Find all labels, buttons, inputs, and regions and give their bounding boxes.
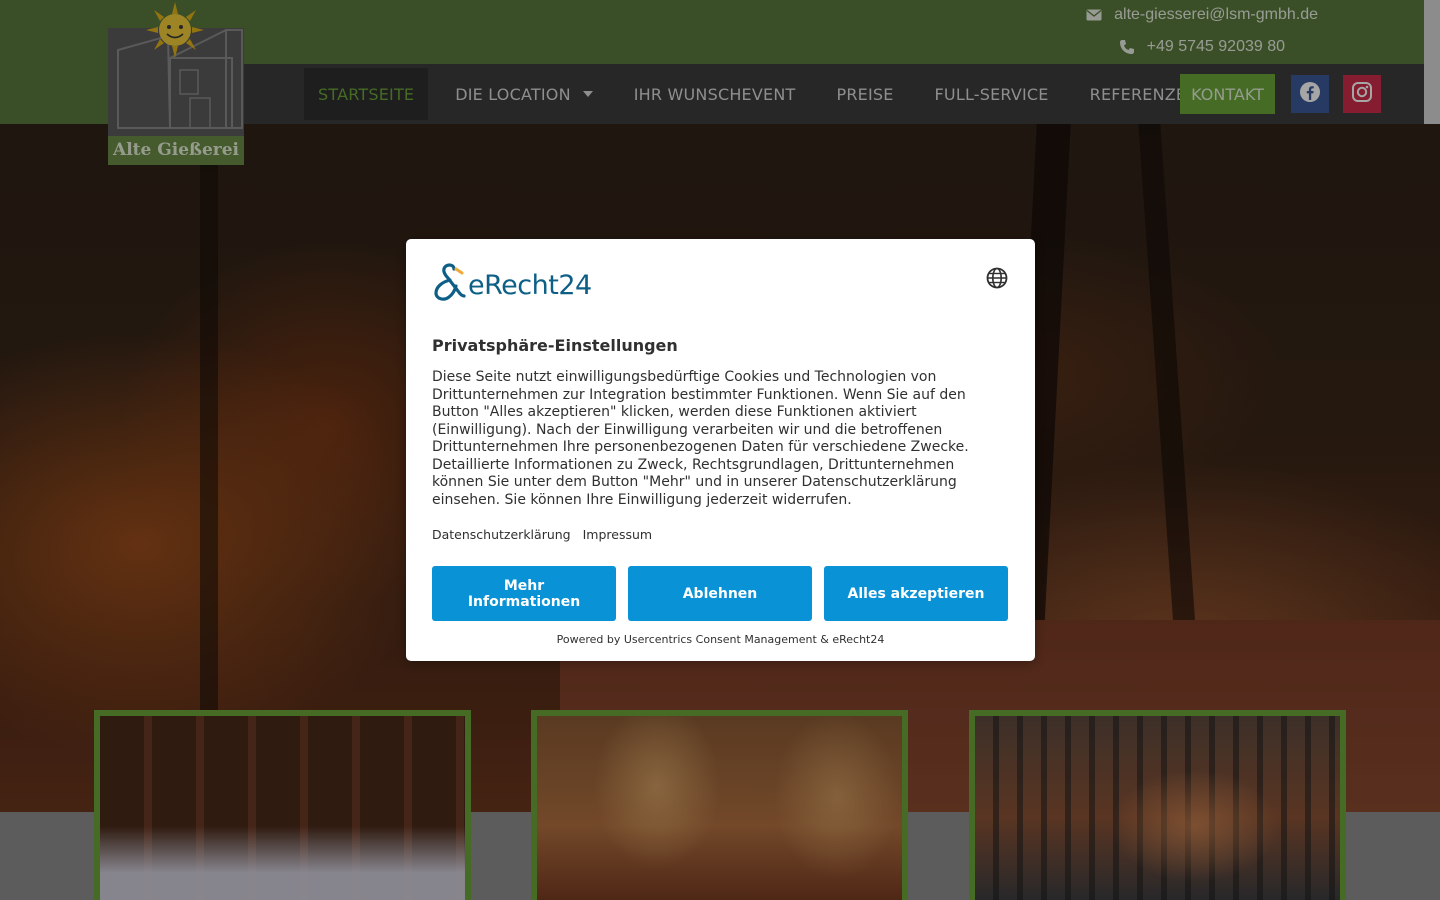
logo-sun-icon <box>146 2 204 58</box>
nav-item-label: FULL-SERVICE <box>934 84 1049 104</box>
facebook-button[interactable] <box>1291 75 1329 113</box>
nav-item-label: DIE LOCATION <box>455 84 571 104</box>
main-navigation: STARTSEITE DIE LOCATION IHR WUNSCHEVENT … <box>304 68 1225 120</box>
nav-item-label: PREISE <box>836 84 894 104</box>
globe-language-icon[interactable] <box>986 267 1008 289</box>
phone-icon <box>1119 39 1135 55</box>
scrollbar-track[interactable] <box>1424 0 1440 124</box>
venue-photo-seating <box>975 716 1340 900</box>
envelope-icon <box>1086 7 1102 23</box>
email-link[interactable]: alte-giesserei@lsm-gmbh.de <box>1114 6 1318 24</box>
erecht24-wordmark: eRecht24 <box>468 269 592 301</box>
more-information-label: Mehr Informationen <box>467 577 581 610</box>
powered-by-text: Powered by Usercentrics Consent Manageme… <box>556 633 885 646</box>
hero-tree-trunk <box>200 124 218 744</box>
nav-item-ihr-wunschevent[interactable]: IHR WUNSCHEVENT <box>620 68 810 120</box>
facebook-icon <box>1299 81 1321 108</box>
more-information-button[interactable]: Mehr Informationen <box>432 566 616 621</box>
consent-description: Diese Seite nutzt einwilligungsbedürftig… <box>432 369 969 508</box>
logo-wordmark: Alte Gießerei <box>108 136 244 165</box>
consent-dialog: eRecht24 Privatsphäre-Einstellungen Dies… <box>406 239 1035 661</box>
consent-title: Privatsphäre-Einstellungen <box>432 336 678 355</box>
venue-photo-hall <box>100 716 465 900</box>
instagram-icon <box>1351 81 1373 108</box>
kontakt-button[interactable]: KONTAKT <box>1180 74 1275 114</box>
nav-item-full-service[interactable]: FULL-SERVICE <box>921 68 1063 120</box>
nav-item-die-location[interactable]: DIE LOCATION <box>441 68 607 120</box>
erecht24-logo: eRecht24 <box>432 263 592 307</box>
nav-item-startseite[interactable]: STARTSEITE <box>304 68 429 120</box>
phone-link[interactable]: +49 5745 92039 80 <box>1147 38 1285 56</box>
nav-item-label: IHR WUNSCHEVENT <box>633 84 796 104</box>
consent-links: Datenschutzerklärung Impressum <box>432 527 652 542</box>
venue-card[interactable] <box>94 710 471 900</box>
email-contact[interactable]: alte-giesserei@lsm-gmbh.de <box>1086 6 1318 24</box>
site-logo[interactable]: Alte Gießerei <box>108 0 244 165</box>
privacy-policy-link[interactable]: Datenschutzerklärung <box>432 527 571 542</box>
venue-card[interactable] <box>969 710 1346 900</box>
venue-card[interactable] <box>531 710 908 900</box>
phone-contact[interactable]: +49 5745 92039 80 <box>1119 38 1285 56</box>
instagram-button[interactable] <box>1343 75 1381 113</box>
chevron-down-icon <box>582 91 593 97</box>
nav-item-preise[interactable]: PREISE <box>822 68 907 120</box>
imprint-link[interactable]: Impressum <box>583 527 652 542</box>
accept-all-button[interactable]: Alles akzeptieren <box>824 566 1008 621</box>
nav-item-label: STARTSEITE <box>318 84 415 104</box>
venue-photo-lounge <box>537 716 902 900</box>
erecht24-ampersand-icon <box>432 263 466 307</box>
deny-button[interactable]: Ablehnen <box>628 566 812 621</box>
